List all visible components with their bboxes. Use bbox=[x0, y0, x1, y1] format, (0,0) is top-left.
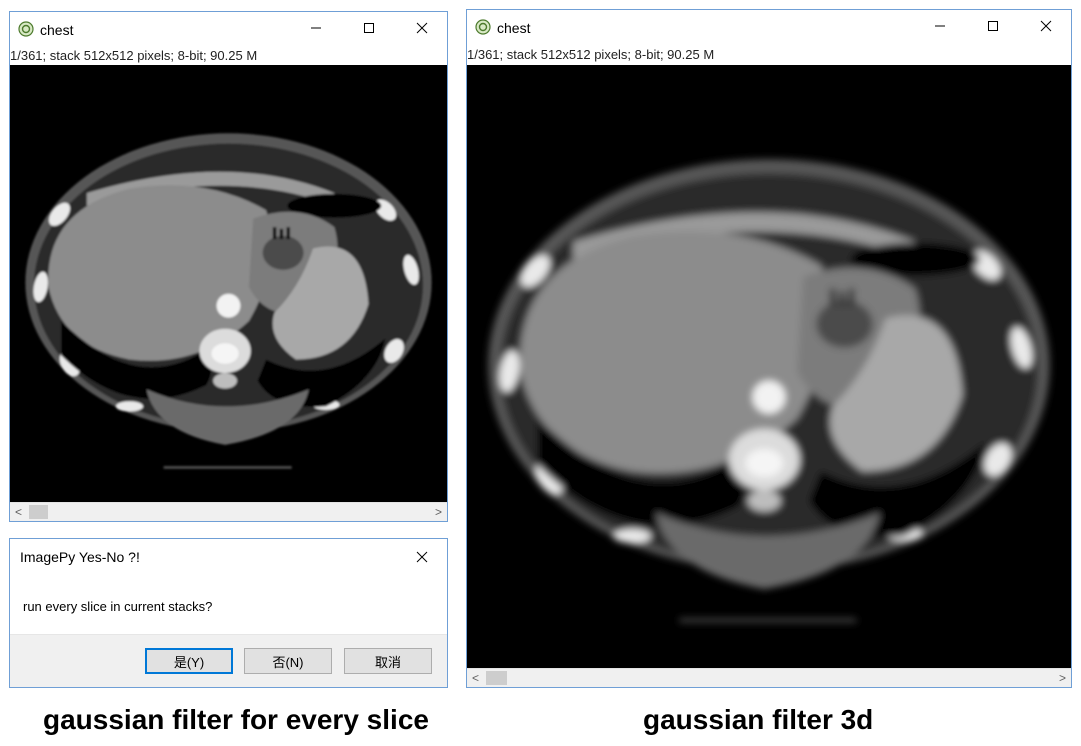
window-title: chest bbox=[40, 22, 74, 38]
maximize-button[interactable] bbox=[970, 10, 1016, 42]
dialog-title: ImagePy Yes-No ?! bbox=[20, 549, 140, 565]
horizontal-scrollbar[interactable]: < > bbox=[467, 668, 1071, 687]
scroll-thumb[interactable] bbox=[486, 671, 507, 685]
imagepy-logo-icon bbox=[475, 19, 491, 35]
window-titlebar[interactable]: chest bbox=[467, 10, 1071, 44]
no-button[interactable]: 否(N) bbox=[244, 648, 332, 674]
dialog-button-bar: 是(Y) 否(N) 取消 bbox=[10, 634, 447, 687]
dialog-message: run every slice in current stacks? bbox=[23, 599, 213, 614]
window-title: chest bbox=[497, 20, 531, 36]
caption-right: gaussian filter 3d bbox=[643, 704, 874, 735]
close-icon bbox=[416, 551, 428, 563]
scroll-right-button[interactable]: > bbox=[1054, 669, 1071, 687]
stack-info: 1/361; stack 512x512 pixels; 8-bit; 90.2… bbox=[10, 48, 258, 63]
maximize-icon bbox=[988, 21, 998, 31]
maximize-icon bbox=[364, 23, 374, 33]
close-icon bbox=[416, 22, 428, 34]
scroll-left-button[interactable]: < bbox=[10, 503, 27, 521]
image-window-left[interactable]: chest 1/361; stack 512x512 pixels; 8-bit… bbox=[9, 11, 448, 522]
stack-info: 1/361; stack 512x512 pixels; 8-bit; 90.2… bbox=[467, 47, 715, 62]
yes-button[interactable]: 是(Y) bbox=[145, 648, 233, 674]
yes-no-dialog[interactable]: ImagePy Yes-No ?! run every slice in cur… bbox=[9, 538, 448, 688]
horizontal-scrollbar[interactable]: < > bbox=[10, 502, 447, 521]
minimize-icon bbox=[935, 25, 945, 27]
image-window-right[interactable]: chest 1/361; stack 512x512 pixels; 8-bit… bbox=[466, 9, 1072, 688]
minimize-button[interactable] bbox=[293, 12, 339, 44]
ct-slice-image bbox=[25, 133, 432, 469]
caption-left: gaussian filter for every slice bbox=[43, 704, 429, 735]
window-titlebar[interactable]: chest bbox=[10, 12, 447, 46]
close-button[interactable] bbox=[1023, 10, 1069, 42]
imagepy-logo-icon bbox=[18, 21, 34, 37]
scroll-left-button[interactable]: < bbox=[467, 669, 484, 687]
image-canvas[interactable] bbox=[467, 65, 1071, 668]
maximize-button[interactable] bbox=[346, 12, 392, 44]
scroll-thumb[interactable] bbox=[29, 505, 48, 519]
cancel-button[interactable]: 取消 bbox=[344, 648, 432, 674]
minimize-button[interactable] bbox=[917, 10, 963, 42]
ct-slice-image bbox=[488, 159, 1050, 623]
dialog-close-button[interactable] bbox=[399, 541, 445, 573]
close-button[interactable] bbox=[399, 12, 445, 44]
image-canvas[interactable] bbox=[10, 65, 447, 502]
scroll-right-button[interactable]: > bbox=[430, 503, 447, 521]
close-icon bbox=[1040, 20, 1052, 32]
minimize-icon bbox=[311, 27, 321, 29]
